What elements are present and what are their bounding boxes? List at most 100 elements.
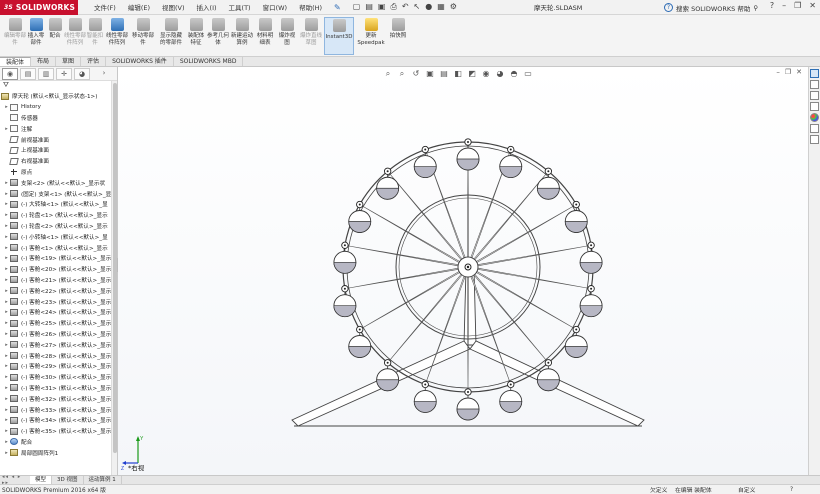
explode-line-sketch-button[interactable]: 爆炸直线草图 [299, 18, 323, 46]
tree-item[interactable]: ▸ (-) 客舱<25> (默认<<默认>_显示 [0, 318, 117, 329]
view-palette-icon[interactable] [810, 135, 819, 144]
rebuild-icon[interactable]: ● [425, 2, 432, 12]
tree-item[interactable]: ▸ (-) 轮盘<2> (默认<<默认>_显示 [0, 221, 117, 232]
expand-arrow-icon[interactable]: ▸ [3, 255, 10, 261]
tab-evaluate[interactable]: 评估 [81, 57, 107, 66]
open-icon[interactable]: ▤ [365, 2, 373, 12]
edit-appearance-icon[interactable]: ◕ [495, 69, 505, 79]
filter-icon[interactable]: ⛛ [0, 81, 117, 91]
resources-icon[interactable] [810, 80, 819, 89]
dimxpert-tab-icon[interactable]: ✛ [56, 67, 72, 80]
menu-edit[interactable]: 编辑(E) [122, 2, 156, 12]
expand-arrow-icon[interactable]: ▸ [3, 234, 10, 240]
tree-item[interactable]: ▸ (-) 客舱<30> (默认<<默认>_显示 [0, 372, 117, 383]
tree-item[interactable]: 前视基准面 [0, 134, 117, 145]
menu-window[interactable]: 窗口(W) [257, 2, 294, 12]
tree-item[interactable]: ▸ (-) 客舱<27> (默认<<默认>_显示 [0, 339, 117, 350]
minimize-icon[interactable]: – [782, 1, 786, 10]
insert-component-button[interactable]: 插入零部件 [26, 18, 46, 46]
custom-properties-icon[interactable] [810, 124, 819, 133]
expand-arrow-icon[interactable]: ▸ [3, 126, 10, 132]
menu-tools[interactable]: 工具(T) [223, 2, 257, 12]
ferris-wheel-model[interactable] [290, 132, 646, 432]
feature-manager-tab-icon[interactable]: ◉ [2, 67, 18, 80]
expand-arrow-icon[interactable]: ▸ [3, 363, 10, 369]
dynamic-annotation-icon[interactable]: ▤ [439, 69, 449, 79]
menu-view[interactable]: 视图(V) [156, 2, 191, 12]
expand-arrow-icon[interactable]: ▸ [3, 439, 10, 445]
new-motion-study-button[interactable]: 新建运动算例 [231, 18, 253, 46]
tree-item[interactable]: ▸ 局部圆周阵列1 [0, 447, 117, 458]
solidworks-logo[interactable]: 3S SOLIDWORKS [0, 0, 78, 15]
expand-arrow-icon[interactable]: ▸ [3, 309, 10, 315]
display-manager-tab-icon[interactable]: ◕ [74, 67, 90, 80]
restore-icon[interactable]: ❐ [794, 1, 801, 10]
tree-scrollbar[interactable] [111, 81, 117, 475]
tree-item[interactable]: 右视基准面 [0, 156, 117, 167]
previous-view-icon[interactable]: ↺ [411, 69, 421, 79]
expand-arrow-icon[interactable]: ▸ [3, 191, 10, 197]
property-manager-tab-icon[interactable]: ▤ [20, 67, 36, 80]
zoom-to-fit-icon[interactable]: ⌕ [383, 69, 393, 79]
mate-button[interactable]: 配合 [47, 18, 63, 40]
expand-arrow-icon[interactable]: ▸ [3, 288, 10, 294]
menu-insert[interactable]: 插入(I) [191, 2, 223, 12]
instant3d-button[interactable]: Instant3D [324, 17, 354, 55]
tree-item[interactable]: ▸ (固定) 支架<1> (默认<<默认>_显 [0, 188, 117, 199]
tree-item[interactable]: ▸ (-) 客舱<29> (默认<<默认>_显示 [0, 361, 117, 372]
bill-of-materials-button[interactable]: 材料明细表 [255, 18, 275, 46]
tree-item[interactable]: ▸ (-) 客舱<33> (默认<<默认>_显示 [0, 404, 117, 415]
design-library-icon[interactable] [810, 91, 819, 100]
expand-arrow-icon[interactable]: ▸ [3, 320, 10, 326]
expand-arrow-icon[interactable]: ▸ [3, 396, 10, 402]
edit-component-button[interactable]: 编辑零部件 [4, 18, 26, 46]
expand-arrow-icon[interactable]: ▸ [3, 245, 10, 251]
tree-item[interactable]: ▸ (-) 客舱<31> (默认<<默认>_显示 [0, 383, 117, 394]
take-snapshot-button[interactable]: 拍快照 [388, 18, 408, 40]
tree-item[interactable]: ▸ (-) 大转轴<1> (默认<<默认>_显 [0, 199, 117, 210]
move-component-button[interactable]: 移动零部件 [132, 18, 154, 46]
component-preview-button[interactable]: 线性零部件阵列 [64, 18, 86, 46]
chevron-right-icon[interactable]: › [96, 68, 112, 80]
smart-fasteners-button[interactable]: 智能扣件 [86, 18, 104, 46]
tree-item[interactable]: ▸ (-) 客舱<21> (默认<<默认>_显示 [0, 275, 117, 286]
help-status-icon[interactable]: ? [790, 487, 793, 493]
tree-item[interactable]: ▸ 注解 [0, 123, 117, 134]
menu-help[interactable]: 帮助(H) [293, 2, 328, 12]
expand-arrow-icon[interactable]: ▸ [3, 331, 10, 337]
menu-file[interactable]: 文件(F) [88, 2, 122, 12]
expand-arrow-icon[interactable]: ▸ [3, 212, 10, 218]
viewport-restore-icon[interactable]: ❐ [785, 68, 791, 76]
tree-item[interactable]: 上视基准面 [0, 145, 117, 156]
search-icon[interactable]: ⚲ [753, 4, 758, 12]
expand-arrow-icon[interactable]: ▸ [3, 342, 10, 348]
file-explorer-icon[interactable] [810, 102, 819, 111]
tree-item[interactable]: ▸ (-) 客舱<28> (默认<<默认>_显示 [0, 350, 117, 361]
tree-item[interactable]: ▸ (-) 小转轴<1> (默认<<默认>_显 [0, 231, 117, 242]
tab-mbd[interactable]: SOLIDWORKS MBD [174, 57, 244, 66]
select-icon[interactable]: ↖ [414, 2, 421, 12]
tree-item[interactable]: ▸ (-) 客舱<32> (默认<<默认>_显示 [0, 393, 117, 404]
undo-icon[interactable]: ↶ [402, 2, 409, 12]
tab-3d-views[interactable]: 3D 视图 [52, 476, 84, 484]
tree-item[interactable]: ▸ (-) 客舱<19> (默认<<默认>_显示 [0, 253, 117, 264]
tree-item[interactable]: 传感器 [0, 113, 117, 124]
close-icon[interactable]: ✕ [809, 1, 816, 10]
tab-model[interactable]: 模型 [30, 476, 53, 484]
pin-icon[interactable]: ✎ [334, 3, 341, 12]
tree-item[interactable]: 原点 [0, 167, 117, 178]
exploded-view-button[interactable]: 爆炸视图 [277, 18, 297, 46]
tree-item[interactable]: ▸ (-) 客舱<22> (默认<<默认>_显示 [0, 285, 117, 296]
expand-arrow-icon[interactable]: ▸ [3, 450, 10, 456]
tab-sketch[interactable]: 草图 [56, 57, 82, 66]
show-hidden-components-button[interactable]: 显示隐藏的零部件 [159, 18, 183, 46]
tab-assembly[interactable]: 装配体 [0, 57, 32, 66]
graphics-area[interactable]: ⌕ ⌕ ↺ ▣ ▤ ◧ ◩ ◉ ◕ ◓ ▭ – ❐ ✕ Y Z *右视 [118, 67, 808, 475]
reference-geometry-button[interactable]: 参考几何体 [207, 18, 229, 46]
tab-addins[interactable]: SOLIDWORKS 插件 [106, 57, 174, 66]
expand-arrow-icon[interactable]: ▸ [3, 428, 10, 434]
expand-arrow-icon[interactable]: ▸ [3, 385, 10, 391]
file-properties-icon[interactable]: ▦ [437, 2, 445, 12]
tree-item[interactable]: ▸ (-) 客舱<1> (默认<<默认>_显示 [0, 242, 117, 253]
expand-arrow-icon[interactable]: ▸ [3, 266, 10, 272]
